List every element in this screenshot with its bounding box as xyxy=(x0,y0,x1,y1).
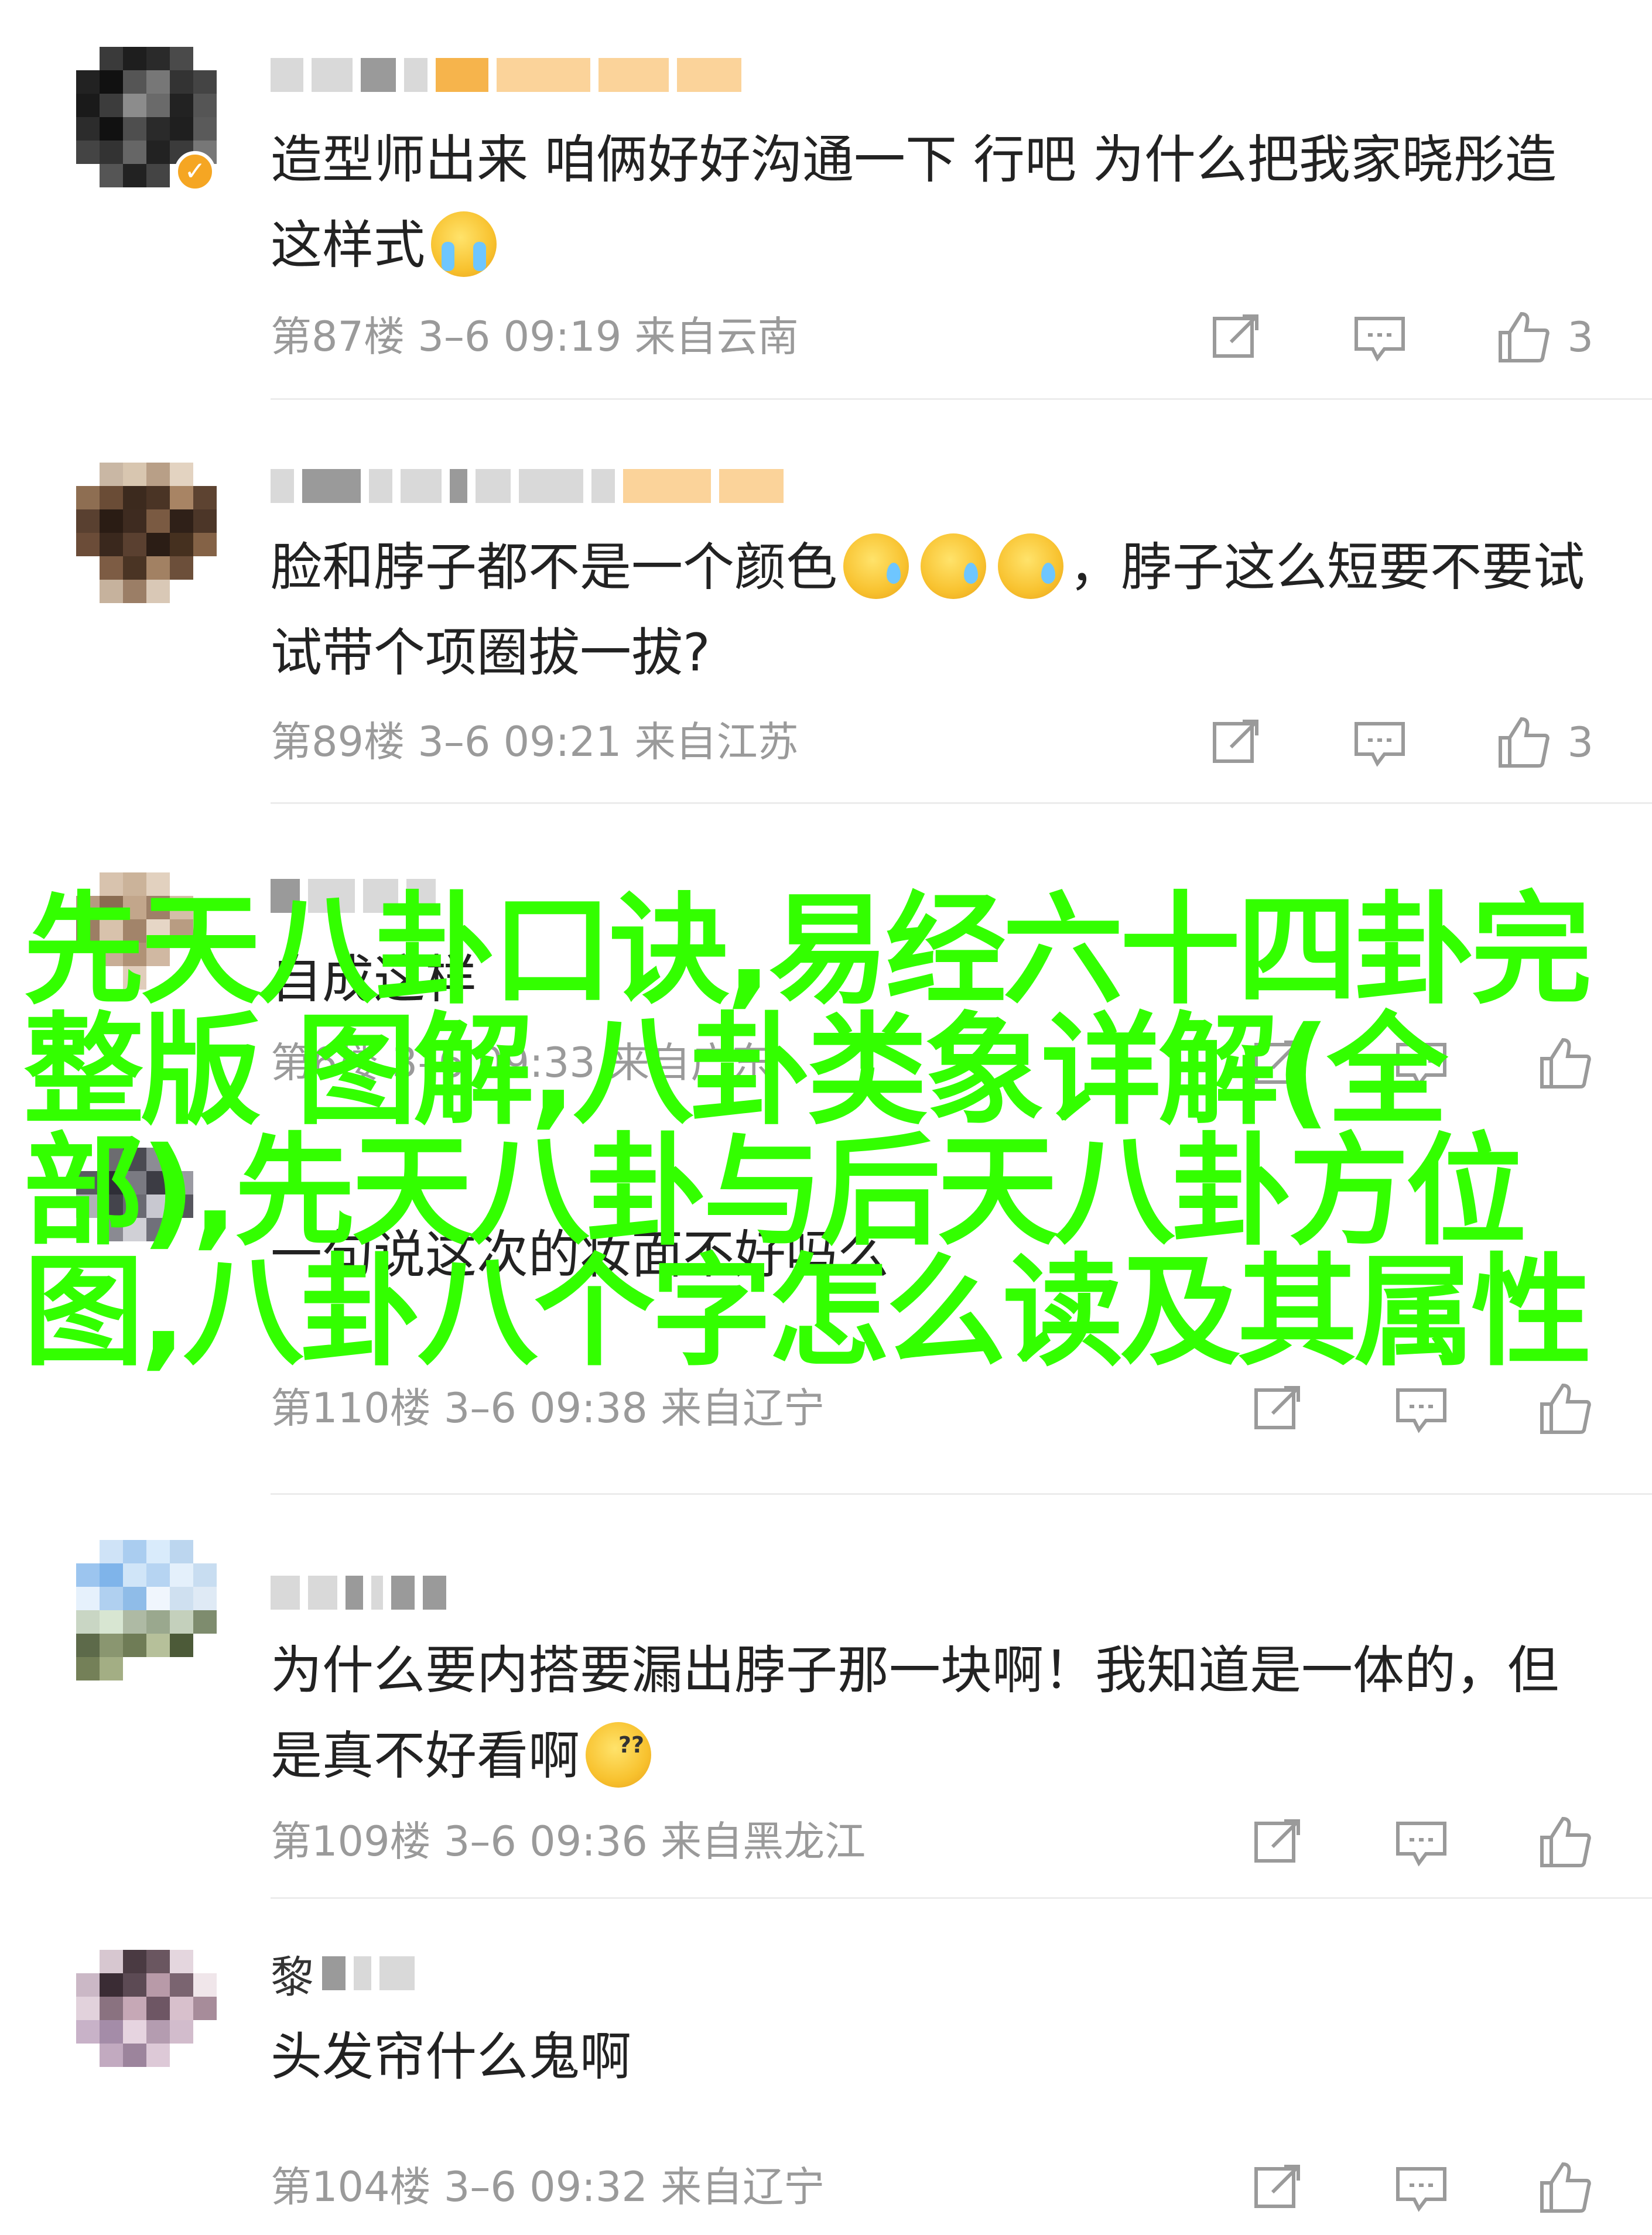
share-button[interactable] xyxy=(1249,2159,1305,2216)
thumbs-up-icon xyxy=(1540,1816,1591,1867)
dizzy-face-icon xyxy=(586,1702,652,1788)
divider xyxy=(271,802,1652,804)
avatar[interactable] xyxy=(76,1540,217,1680)
sweat-face-icon xyxy=(843,533,909,599)
comment-meta: 第89楼 3–6 09:21 来自江苏 xyxy=(271,718,799,766)
comment-icon xyxy=(1396,2167,1446,2212)
like-button[interactable]: 3 xyxy=(1496,714,1593,771)
thumbs-up-icon xyxy=(1499,717,1550,768)
comment-meta: 第104楼 3–6 09:32 来自辽宁 xyxy=(271,2163,825,2211)
reply-button[interactable] xyxy=(1352,714,1408,771)
comment-icon xyxy=(1355,317,1405,362)
like-button[interactable]: 3 xyxy=(1496,309,1593,365)
share-icon xyxy=(1213,314,1259,358)
divider xyxy=(271,1897,1652,1899)
divider xyxy=(271,398,1652,400)
comment-body: 为什么要内搭要漏出脖子那一块啊！我知道是一体的，但是真不好看啊 xyxy=(271,1628,1594,1799)
comment-body: 头发帘什么鬼啊 xyxy=(271,2027,632,2087)
username-masked[interactable] xyxy=(271,1569,446,1616)
comment-icon xyxy=(1396,1822,1446,1867)
reply-button[interactable] xyxy=(1393,1381,1449,1437)
share-icon xyxy=(1213,720,1259,763)
reply-button[interactable] xyxy=(1352,309,1408,365)
share-button[interactable] xyxy=(1208,309,1264,365)
thumbs-up-icon xyxy=(1540,2162,1591,2213)
comment-icon xyxy=(1396,1388,1446,1433)
comment-meta: 第109楼 3–6 09:36 来自黑龙江 xyxy=(271,1818,866,1866)
overlay-headline: 先天八卦口诀,易经六十四卦完整版 图解,八卦类象详解(全部),先天八卦与后天八卦… xyxy=(23,880,1592,1382)
loudly-crying-face-icon xyxy=(431,211,497,277)
share-button[interactable] xyxy=(1249,1814,1305,1870)
share-button[interactable] xyxy=(1249,1381,1305,1437)
avatar[interactable] xyxy=(76,463,217,603)
avatar[interactable] xyxy=(76,1950,217,2090)
like-count: 3 xyxy=(1567,718,1593,766)
comment-icon xyxy=(1355,722,1405,767)
comment-meta: 第110楼 3–6 09:38 来自辽宁 xyxy=(271,1384,825,1432)
reply-button[interactable] xyxy=(1393,1814,1449,1870)
share-button[interactable] xyxy=(1208,714,1264,771)
share-icon xyxy=(1254,1386,1300,1429)
share-icon xyxy=(1254,1819,1300,1863)
sweat-face-icon xyxy=(998,533,1064,599)
reply-button[interactable] xyxy=(1393,2159,1449,2216)
thumbs-up-icon xyxy=(1540,1383,1591,1434)
divider xyxy=(271,1493,1652,1495)
username-masked[interactable] xyxy=(271,52,741,98)
thumbs-up-icon xyxy=(1499,312,1550,362)
sweat-face-icon xyxy=(921,533,987,599)
comment-meta: 第87楼 3–6 09:19 来自云南 xyxy=(271,313,799,361)
comment-body: 造型师出来 咱俩好好沟通一下 行吧 为什么把我家晓彤造这样式 xyxy=(271,117,1594,288)
username-masked[interactable]: 黎 xyxy=(271,1950,415,2003)
like-button[interactable] xyxy=(1537,1381,1593,1437)
like-count: 3 xyxy=(1567,313,1593,361)
like-button[interactable] xyxy=(1537,2159,1593,2216)
verified-badge-icon: ✓ xyxy=(175,151,216,192)
username-masked[interactable] xyxy=(271,463,784,509)
like-button[interactable] xyxy=(1537,1814,1593,1870)
comment-body: 脸和脖子都不是一个颜色 ，脖子这么短要不要试试带个项圈拔一拔? xyxy=(271,525,1594,696)
share-icon xyxy=(1254,2165,1300,2208)
